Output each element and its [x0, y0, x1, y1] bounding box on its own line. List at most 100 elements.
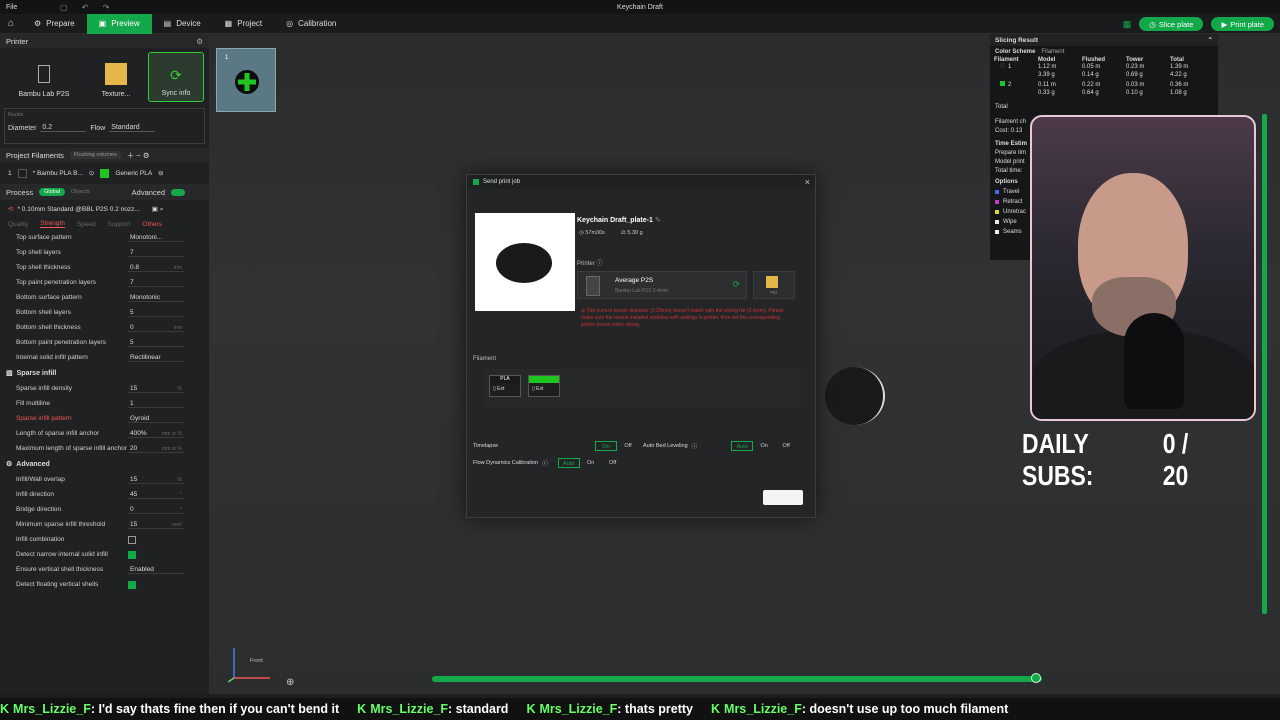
setting-value[interactable]: 0.8 mm: [128, 264, 184, 272]
flow-cal-help-icon[interactable]: ⓘ: [542, 459, 548, 467]
diameter-label: Diameter: [8, 124, 37, 132]
setting-value[interactable]: 0 mm: [128, 324, 184, 332]
add-filament-icon[interactable]: ＋ − ⚙: [127, 150, 150, 161]
remove-icon[interactable]: ⊖: [158, 169, 163, 177]
printer-device-icon: [586, 276, 600, 296]
refresh-icon[interactable]: ⟳: [732, 279, 740, 290]
setting-value[interactable]: 5: [128, 339, 184, 347]
setting-value[interactable]: 7: [128, 249, 184, 257]
diameter-select[interactable]: 0.2: [40, 124, 87, 132]
layer-slider[interactable]: [1262, 114, 1267, 614]
setting-value[interactable]: 20 mm or %: [128, 445, 184, 453]
tab-preview[interactable]: ▣ Preview: [86, 13, 152, 34]
daily-subs-value: 0 / 20: [1162, 428, 1189, 491]
texture-plate-icon: [105, 63, 127, 85]
setting-value[interactable]: Rectilinear: [128, 354, 184, 362]
collapse-icon[interactable]: ⌃: [1208, 36, 1218, 44]
send-button[interactable]: [763, 490, 803, 505]
printer-select-card[interactable]: Average P2S Bambu Lab P2S 0.4mm ⟳: [577, 271, 747, 299]
setting-value[interactable]: 1: [128, 400, 184, 408]
setting-value[interactable]: Monotonic: [128, 294, 184, 302]
tab-prepare[interactable]: ⚙ Prepare: [22, 14, 87, 34]
setting-value[interactable]: 15 mm²: [128, 521, 184, 529]
filament-chip-2[interactable]: ▯ Ext: [528, 375, 560, 397]
setting-unit: mm²: [172, 521, 182, 528]
slice-label: Slice plate: [1158, 19, 1194, 29]
color-scheme-row[interactable]: Color Scheme Filament: [990, 46, 1218, 57]
advanced-switch[interactable]: [171, 188, 186, 196]
save-preset-icon[interactable]: ▣ ⌕: [152, 205, 164, 214]
print-plate-button[interactable]: ▶ Print plate: [1211, 17, 1274, 31]
shell-setting-row: Internal solid infill pattern Rectilinear: [0, 350, 209, 365]
tab-quality[interactable]: Quality: [8, 221, 28, 228]
view-cube[interactable]: Front: [227, 644, 288, 684]
home-icon[interactable]: ⌂: [0, 18, 22, 29]
tab-project[interactable]: ▦ Project: [213, 14, 274, 34]
auto-bed-off[interactable]: Off: [775, 441, 797, 451]
flow-cal-auto[interactable]: Auto: [557, 458, 580, 468]
auto-bed-auto[interactable]: Auto: [731, 441, 754, 451]
setting-value[interactable]: Gyroid: [128, 415, 184, 423]
model-preview[interactable]: [825, 367, 885, 425]
filament-row[interactable]: 1 * Bambu PLA B... ⊙ Generic PLA ⊖: [0, 162, 209, 184]
timelapse-toggle[interactable]: On Off: [595, 441, 639, 451]
setting-value[interactable]: 400% mm or %: [128, 430, 184, 438]
objects-toggle[interactable]: Objects: [71, 189, 90, 195]
job-name[interactable]: Keychain Draft_plate-1 ✎: [577, 216, 661, 224]
tab-speed[interactable]: Speed: [77, 221, 96, 228]
flow-cal-off[interactable]: Off: [602, 458, 624, 468]
setting-value[interactable]: 15%: [128, 476, 184, 484]
tab-strength[interactable]: Strength: [40, 220, 65, 228]
process-preset[interactable]: ⟲ * 0.10mm Standard @BBL P2S 0.2 nozz...…: [0, 200, 209, 218]
file-menu[interactable]: File: [0, 4, 60, 11]
move-slider-knob[interactable]: [1031, 673, 1041, 683]
advanced-setting-row: Infill/Wall overlap 15%: [0, 472, 209, 487]
flow-cal-toggle[interactable]: Auto On Off: [557, 458, 624, 468]
close-icon[interactable]: ×: [805, 177, 810, 187]
setting-checkbox[interactable]: [128, 535, 136, 544]
quick-tools[interactable]: ▢ ↶ ↷: [60, 3, 115, 12]
job-name-text: Keychain Draft_plate-1: [577, 217, 653, 224]
process-title: Process: [6, 187, 34, 197]
setting-value[interactable]: 15%: [128, 385, 184, 393]
sync-info-button[interactable]: ⟳ Sync info: [148, 52, 204, 102]
setting-value[interactable]: 5: [128, 309, 184, 317]
preset-name: * 0.10mm Standard @BBL P2S 0.2 nozz...: [17, 205, 140, 213]
job-time: ◷ 57m30s: [579, 230, 605, 236]
global-toggle[interactable]: Global: [39, 188, 65, 196]
texture-selector[interactable]: Texture...: [88, 52, 144, 102]
help-icon[interactable]: ⓘ: [596, 261, 602, 267]
timelapse-off[interactable]: Off: [617, 441, 639, 451]
slice-plate-button[interactable]: ◷ Slice plate: [1139, 17, 1204, 31]
setting-checkbox[interactable]: [128, 550, 136, 559]
tab-calibration[interactable]: ◎ Calibration: [274, 14, 348, 34]
camera-reset-icon[interactable]: ⊕: [286, 677, 294, 688]
printer-selector[interactable]: Bambu Lab P2S: [4, 52, 84, 102]
filament-name: * Bambu PLA B...: [32, 169, 83, 177]
edit-icon[interactable]: ⊙: [89, 169, 94, 177]
auto-bed-toggle[interactable]: Auto On Off: [731, 441, 797, 451]
auto-bed-help-icon[interactable]: ⓘ: [692, 442, 698, 450]
settings-gear-icon[interactable]: ⚙: [196, 37, 203, 46]
plate-type-card[interactable]: PEI: [753, 271, 795, 299]
setting-value[interactable]: 7: [128, 279, 184, 287]
tab-support[interactable]: Support: [108, 221, 131, 228]
flow-cal-on[interactable]: On: [580, 458, 602, 468]
edit-name-icon[interactable]: ✎: [655, 217, 661, 224]
layout-icon[interactable]: ▦: [1123, 19, 1132, 30]
color-scheme-select[interactable]: Filament: [1041, 49, 1064, 55]
setting-value[interactable]: 45 °: [128, 491, 184, 499]
setting-checkbox[interactable]: [128, 580, 136, 589]
auto-bed-on[interactable]: On: [753, 441, 775, 451]
plate-thumbnail[interactable]: 1: [216, 48, 276, 112]
setting-value[interactable]: Enabled: [128, 566, 184, 574]
setting-value[interactable]: 0 °: [128, 506, 184, 514]
timelapse-on[interactable]: On: [595, 441, 617, 451]
move-slider[interactable]: [432, 676, 1042, 682]
filament-chip-1[interactable]: PLA ▯ Ext: [489, 375, 521, 397]
flushing-volumes-button[interactable]: Flushing volumes: [69, 151, 121, 159]
setting-value[interactable]: Monotoni...: [128, 234, 184, 242]
flow-select[interactable]: Standard: [109, 124, 156, 132]
tab-device[interactable]: ▤ Device: [152, 14, 213, 34]
tab-others[interactable]: Others: [142, 221, 162, 228]
